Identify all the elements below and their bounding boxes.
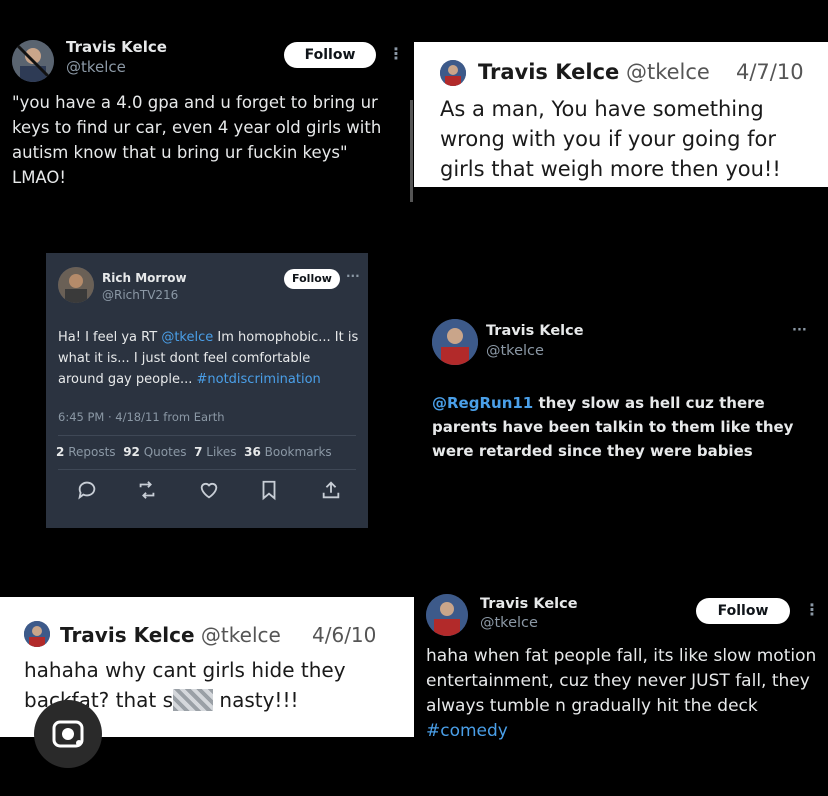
mention-link[interactable]: @RegRun11 — [432, 394, 533, 412]
display-name[interactable]: Travis Kelce — [478, 60, 619, 84]
engagement-stats: 2 Reposts 92 Quotes 7 Likes 36 Bookmarks — [56, 445, 332, 459]
quotes-count[interactable]: 92 — [123, 445, 140, 459]
username[interactable]: @tkelce — [486, 343, 544, 359]
tweet-card-2: Travis Kelce @tkelce 4/7/10 As a man, Yo… — [414, 42, 828, 187]
avatar[interactable] — [24, 621, 50, 647]
tweet-text-part: nasty!!! — [213, 688, 299, 712]
avatar-image-icon — [440, 60, 466, 86]
lens-icon — [52, 720, 84, 748]
tweet-card-1: Travis Kelce @tkelce Follow ⋮ "you have … — [0, 28, 410, 208]
share-icon[interactable] — [320, 479, 342, 501]
lens-button[interactable] — [34, 700, 102, 768]
tweet-text-part: haha when fat people fall, its like slow… — [426, 646, 817, 716]
tweet-header: Travis Kelce @tkelce — [478, 60, 710, 84]
display-name[interactable]: Travis Kelce — [486, 323, 584, 339]
hashtag-link[interactable]: #notdiscrimination — [196, 372, 320, 387]
censored-block — [173, 689, 214, 711]
more-options-icon[interactable]: ··· — [792, 323, 807, 338]
bookmarks-label: Bookmarks — [264, 445, 332, 459]
more-options-icon[interactable]: ··· — [346, 269, 360, 283]
likes-label: Likes — [206, 445, 237, 459]
avatar-image-icon — [24, 621, 50, 647]
divider — [58, 469, 356, 470]
follow-button[interactable]: Follow — [696, 598, 790, 624]
avatar-image-icon — [426, 594, 468, 636]
avatar-image-icon — [12, 40, 54, 82]
tweet-date: 4/6/10 — [312, 623, 377, 647]
tweet-text: "you have a 4.0 gpa and u forget to brin… — [12, 93, 382, 187]
tweet-card-4: Travis Kelce @tkelce ··· @RegRun11 they … — [420, 305, 820, 475]
username[interactable]: @tkelce — [66, 58, 126, 76]
bookmark-icon[interactable] — [258, 479, 280, 501]
avatar[interactable] — [432, 319, 478, 365]
follow-button[interactable]: Follow — [284, 269, 340, 289]
display-name[interactable]: Travis Kelce — [480, 596, 578, 612]
mention-link[interactable]: @tkelce — [161, 330, 213, 345]
more-options-icon[interactable]: ⋮ — [388, 44, 404, 63]
display-name[interactable]: Travis Kelce — [60, 623, 195, 647]
tweet-card-3: Rich Morrow @RichTV216 Follow ··· Ha! I … — [46, 253, 368, 528]
avatar[interactable] — [440, 60, 466, 86]
tweet-text: @RegRun11 they slow as hell cuz there pa… — [432, 391, 804, 463]
display-name[interactable]: Travis Kelce — [66, 38, 167, 56]
tweet-text: haha when fat people fall, its like slow… — [426, 644, 822, 744]
reply-icon[interactable] — [76, 479, 98, 501]
tweet-header: Travis Kelce @tkelce — [60, 623, 281, 647]
bookmarks-count[interactable]: 36 — [244, 445, 261, 459]
divider — [58, 435, 356, 436]
scrollbar[interactable] — [410, 100, 413, 202]
avatar-image-icon — [58, 267, 94, 303]
more-options-icon[interactable]: ⋮ — [804, 600, 820, 619]
display-name[interactable]: Rich Morrow — [102, 271, 187, 285]
reposts-label: Reposts — [68, 445, 116, 459]
repost-icon[interactable] — [136, 479, 158, 501]
tweet-text: As a man, You have something wrong with … — [440, 97, 781, 181]
tweet-text: Ha! I feel ya RT @tkelce Im homophobic..… — [58, 327, 360, 390]
like-icon[interactable] — [198, 479, 220, 501]
avatar[interactable] — [12, 40, 54, 82]
username[interactable]: @tkelce — [201, 623, 281, 647]
username[interactable]: @tkelce — [626, 60, 710, 84]
avatar-image-icon — [432, 319, 478, 365]
tweet-timestamp[interactable]: 6:45 PM · 4/18/11 from Earth — [58, 410, 225, 424]
username[interactable]: @RichTV216 — [102, 288, 178, 302]
tweet-text-part: Ha! I feel ya RT — [58, 330, 162, 345]
reposts-count[interactable]: 2 — [56, 445, 64, 459]
avatar[interactable] — [426, 594, 468, 636]
quotes-label: Quotes — [143, 445, 187, 459]
avatar[interactable] — [58, 267, 94, 303]
tweet-date: 4/7/10 — [736, 60, 804, 84]
hashtag-link[interactable]: #comedy — [426, 721, 508, 741]
follow-button[interactable]: Follow — [284, 42, 376, 68]
likes-count[interactable]: 7 — [194, 445, 202, 459]
username[interactable]: @tkelce — [480, 615, 538, 631]
tweet-card-6: Travis Kelce @tkelce Follow ⋮ haha when … — [414, 584, 828, 754]
